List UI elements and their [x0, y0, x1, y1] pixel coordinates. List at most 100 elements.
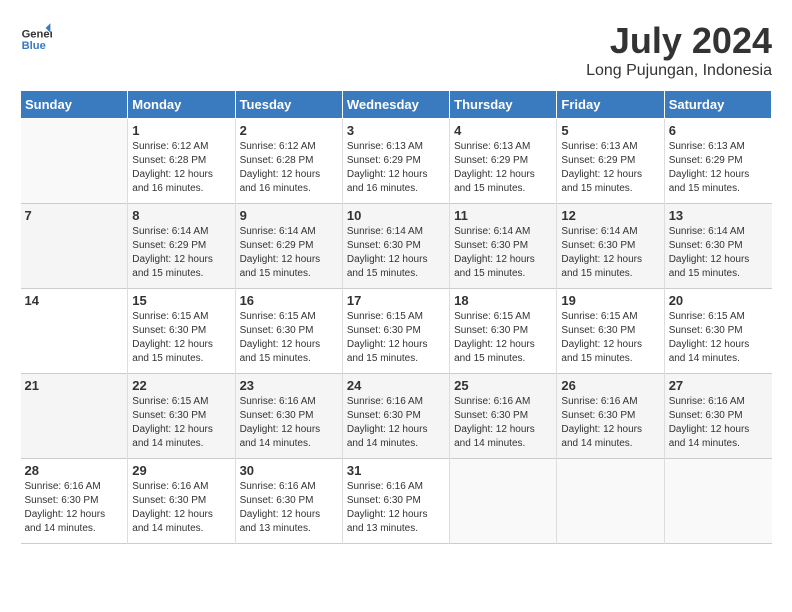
day-info: Sunrise: 6:14 AM Sunset: 6:30 PM Dayligh… — [454, 225, 552, 281]
day-number: 7 — [25, 208, 124, 223]
day-info: Sunrise: 6:12 AM Sunset: 6:28 PM Dayligh… — [132, 140, 230, 196]
title-block: July 2024 Long Pujungan, Indonesia — [586, 20, 772, 80]
day-info: Sunrise: 6:16 AM Sunset: 6:30 PM Dayligh… — [347, 395, 445, 451]
day-info: Sunrise: 6:14 AM Sunset: 6:30 PM Dayligh… — [669, 225, 768, 281]
calendar-cell: 27 Sunrise: 6:16 AM Sunset: 6:30 PM Dayli… — [664, 374, 771, 459]
day-info: Sunrise: 6:16 AM Sunset: 6:30 PM Dayligh… — [25, 480, 124, 536]
day-info: Sunrise: 6:15 AM Sunset: 6:30 PM Dayligh… — [132, 310, 230, 366]
day-info: Sunrise: 6:12 AM Sunset: 6:28 PM Dayligh… — [240, 140, 338, 196]
day-info: Sunrise: 6:15 AM Sunset: 6:30 PM Dayligh… — [240, 310, 338, 366]
logo-icon: General Blue — [20, 20, 52, 52]
day-number: 29 — [132, 463, 230, 478]
calendar-cell: 16 Sunrise: 6:15 AM Sunset: 6:30 PM Dayli… — [235, 289, 342, 374]
calendar-cell: 25 Sunrise: 6:16 AM Sunset: 6:30 PM Dayli… — [450, 374, 557, 459]
day-number: 11 — [454, 208, 552, 223]
calendar-cell: 18 Sunrise: 6:15 AM Sunset: 6:30 PM Dayli… — [450, 289, 557, 374]
day-number: 25 — [454, 378, 552, 393]
calendar-cell: 28 Sunrise: 6:16 AM Sunset: 6:30 PM Dayli… — [21, 459, 128, 544]
day-number: 28 — [25, 463, 124, 478]
calendar-cell: 6Sunrise: 6:13 AM Sunset: 6:29 PM Daylig… — [664, 119, 771, 204]
day-number: 15 — [132, 293, 230, 308]
day-number: 20 — [669, 293, 768, 308]
calendar-cell: 19Sunrise: 6:15 AM Sunset: 6:30 PM Dayli… — [557, 289, 664, 374]
day-number: 21 — [25, 378, 124, 393]
svg-text:Blue: Blue — [22, 40, 46, 52]
day-number: 3 — [347, 123, 445, 138]
day-info: Sunrise: 6:16 AM Sunset: 6:30 PM Dayligh… — [240, 480, 338, 536]
calendar-header-row: SundayMondayTuesdayWednesdayThursdayFrid… — [21, 91, 772, 119]
calendar-cell: 3 Sunrise: 6:13 AM Sunset: 6:29 PM Daylig… — [342, 119, 449, 204]
day-header-thursday: Thursday — [450, 91, 557, 119]
calendar-cell: 5 Sunrise: 6:13 AM Sunset: 6:29 PM Daylig… — [557, 119, 664, 204]
day-number: 17 — [347, 293, 445, 308]
day-header-friday: Friday — [557, 91, 664, 119]
calendar-cell: 11 Sunrise: 6:14 AM Sunset: 6:30 PM Dayli… — [450, 204, 557, 289]
day-number: 27 — [669, 378, 768, 393]
calendar-cell: 10 Sunrise: 6:14 AM Sunset: 6:30 PM Dayli… — [342, 204, 449, 289]
calendar-cell: 4 Sunrise: 6:13 AM Sunset: 6:29 PM Daylig… — [450, 119, 557, 204]
day-number: 26 — [561, 378, 659, 393]
day-number: 12 — [561, 208, 659, 223]
day-info: Sunrise: 6:14 AM Sunset: 6:30 PM Dayligh… — [347, 225, 445, 281]
calendar-cell: 24 Sunrise: 6:16 AM Sunset: 6:30 PM Dayli… — [342, 374, 449, 459]
calendar-cell: 21 — [21, 374, 128, 459]
calendar-cell — [557, 459, 664, 544]
day-info: Sunrise: 6:16 AM Sunset: 6:30 PM Dayligh… — [669, 395, 768, 451]
calendar-cell: 23 Sunrise: 6:16 AM Sunset: 6:30 PM Dayli… — [235, 374, 342, 459]
location: Long Pujungan, Indonesia — [586, 62, 772, 80]
page-header: General Blue July 2024 Long Pujungan, In… — [20, 20, 772, 80]
day-number: 5 — [561, 123, 659, 138]
day-number: 4 — [454, 123, 552, 138]
calendar-week-row: 21 22Sunrise: 6:15 AM Sunset: 6:30 PM Day… — [21, 374, 772, 459]
day-info: Sunrise: 6:14 AM Sunset: 6:30 PM Dayligh… — [561, 225, 659, 281]
calendar-cell: 14 — [21, 289, 128, 374]
calendar-cell: 13 Sunrise: 6:14 AM Sunset: 6:30 PM Dayli… — [664, 204, 771, 289]
day-number: 6 — [669, 123, 768, 138]
calendar-cell: 17 Sunrise: 6:15 AM Sunset: 6:30 PM Dayli… — [342, 289, 449, 374]
day-number: 16 — [240, 293, 338, 308]
calendar-table: SundayMondayTuesdayWednesdayThursdayFrid… — [20, 90, 772, 544]
day-info: Sunrise: 6:14 AM Sunset: 6:29 PM Dayligh… — [132, 225, 230, 281]
logo: General Blue — [20, 20, 52, 52]
day-info: Sunrise: 6:13 AM Sunset: 6:29 PM Dayligh… — [454, 140, 552, 196]
day-number: 13 — [669, 208, 768, 223]
calendar-body: 1Sunrise: 6:12 AM Sunset: 6:28 PM Daylig… — [21, 119, 772, 544]
day-header-sunday: Sunday — [21, 91, 128, 119]
day-info: Sunrise: 6:16 AM Sunset: 6:30 PM Dayligh… — [561, 395, 659, 451]
day-info: Sunrise: 6:14 AM Sunset: 6:29 PM Dayligh… — [240, 225, 338, 281]
calendar-cell: 7 — [21, 204, 128, 289]
calendar-cell: 20Sunrise: 6:15 AM Sunset: 6:30 PM Dayli… — [664, 289, 771, 374]
day-info: Sunrise: 6:16 AM Sunset: 6:30 PM Dayligh… — [240, 395, 338, 451]
calendar-cell — [664, 459, 771, 544]
day-header-monday: Monday — [128, 91, 235, 119]
calendar-cell: 22Sunrise: 6:15 AM Sunset: 6:30 PM Dayli… — [128, 374, 235, 459]
day-number: 2 — [240, 123, 338, 138]
calendar-cell — [21, 119, 128, 204]
day-info: Sunrise: 6:13 AM Sunset: 6:29 PM Dayligh… — [347, 140, 445, 196]
day-header-tuesday: Tuesday — [235, 91, 342, 119]
day-info: Sunrise: 6:16 AM Sunset: 6:30 PM Dayligh… — [347, 480, 445, 536]
calendar-week-row: 28 Sunrise: 6:16 AM Sunset: 6:30 PM Dayli… — [21, 459, 772, 544]
day-number: 23 — [240, 378, 338, 393]
day-header-saturday: Saturday — [664, 91, 771, 119]
day-number: 24 — [347, 378, 445, 393]
calendar-week-row: 14 15 Sunrise: 6:15 AM Sunset: 6:30 PM Day… — [21, 289, 772, 374]
calendar-cell: 2 Sunrise: 6:12 AM Sunset: 6:28 PM Daylig… — [235, 119, 342, 204]
calendar-cell: 26 Sunrise: 6:16 AM Sunset: 6:30 PM Dayli… — [557, 374, 664, 459]
calendar-cell: 9Sunrise: 6:14 AM Sunset: 6:29 PM Daylig… — [235, 204, 342, 289]
calendar-cell: 29Sunrise: 6:16 AM Sunset: 6:30 PM Dayli… — [128, 459, 235, 544]
calendar-cell: 15 Sunrise: 6:15 AM Sunset: 6:30 PM Dayli… — [128, 289, 235, 374]
day-number: 19 — [561, 293, 659, 308]
calendar-cell: 31Sunrise: 6:16 AM Sunset: 6:30 PM Dayli… — [342, 459, 449, 544]
day-info: Sunrise: 6:15 AM Sunset: 6:30 PM Dayligh… — [347, 310, 445, 366]
calendar-week-row: 1Sunrise: 6:12 AM Sunset: 6:28 PM Daylig… — [21, 119, 772, 204]
day-info: Sunrise: 6:16 AM Sunset: 6:30 PM Dayligh… — [454, 395, 552, 451]
day-number: 22 — [132, 378, 230, 393]
day-info: Sunrise: 6:15 AM Sunset: 6:30 PM Dayligh… — [454, 310, 552, 366]
day-number: 8 — [132, 208, 230, 223]
calendar-cell — [450, 459, 557, 544]
day-number: 10 — [347, 208, 445, 223]
calendar-cell: 30Sunrise: 6:16 AM Sunset: 6:30 PM Dayli… — [235, 459, 342, 544]
day-number: 18 — [454, 293, 552, 308]
day-info: Sunrise: 6:13 AM Sunset: 6:29 PM Dayligh… — [561, 140, 659, 196]
